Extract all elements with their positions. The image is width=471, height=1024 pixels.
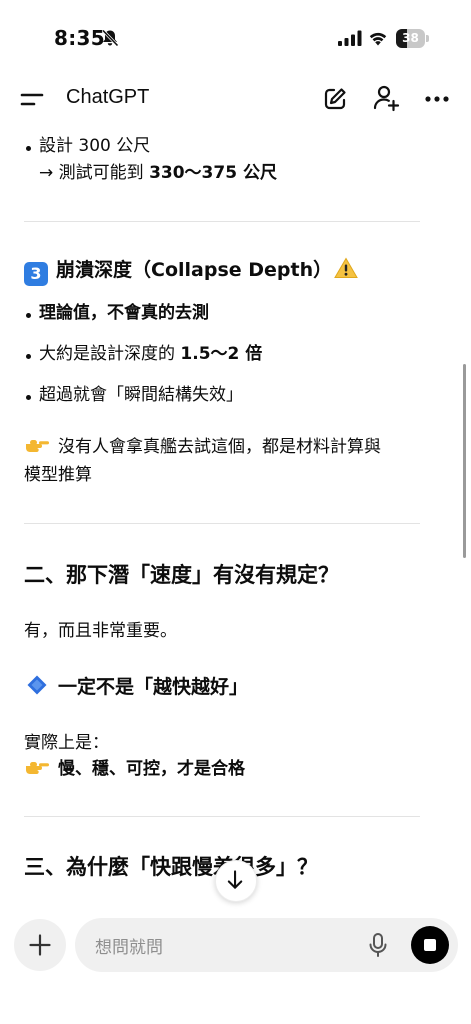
actually-label: 實際上是： [24,733,109,753]
input-placeholder: 想問就問 [95,938,163,958]
speed-subheading-text: 一定不是「越快越好」 [58,676,249,698]
bullet-dot [26,354,31,359]
section-3-note-line-2: 模型推算 [24,465,92,485]
divider [24,523,420,524]
scroll-down-button[interactable] [215,860,257,902]
speed-heading: 二、那下潛「速度」有沒有規定？ [24,563,339,587]
assistant-message: 設計 300 公尺 → 測試可能到 330～375 公尺 3 崩潰深度（Colla… [0,124,471,908]
section-3-title: 崩潰深度（Collapse Depth） [56,259,333,281]
section-3-item-2-text: 大約是設計深度的 [39,344,181,364]
section-3-item-2-bold: 1.5～2 倍 [180,344,263,364]
plus-icon [29,934,51,956]
bullet-dot [26,395,31,400]
keycap-3-icon: 3 [24,262,48,286]
status-time: 8:35 [54,26,105,50]
pointing-hand-icon [26,762,49,774]
speed-subheading: 一定不是「越快越好」 [26,673,248,701]
design-depth-text: 設計 300 公尺 [39,136,151,156]
stop-button[interactable] [411,926,449,964]
why-heading: 三、為什麼「快跟慢差很多」？ [24,855,318,879]
test-depth-prefix: → 測試可能到 [39,163,150,183]
app-title[interactable]: ChatGPT [66,86,149,109]
test-depth-text: → 測試可能到 330～375 公尺 [39,161,277,185]
section-3-item-2: 大約是設計深度的 1.5～2 倍 [39,342,262,366]
compose-icon[interactable] [322,86,348,112]
actually-answer-text: 慢、穩、可控，才是合格 [58,759,245,779]
message-input[interactable]: 想問就問 [75,918,458,972]
actually-answer: 慢、穩、可控，才是合格 [24,757,245,781]
section-3-item-1: 理論值，不會真的去測 [39,303,209,323]
blue-diamond-icon [27,675,47,695]
status-bar: 8:35 38 [0,0,471,76]
battery-icon: 38 [396,29,429,48]
attach-button[interactable] [14,919,66,971]
section-3-note-line-1: 沒有人會拿真艦去試這個，都是材料計算與 [24,435,381,459]
test-depth-bold: 330～375 公尺 [149,163,277,183]
divider [24,221,420,222]
section-3-note-text: 沒有人會拿真艦去試這個，都是材料計算與 [58,437,381,457]
section-3-heading: 3 崩潰深度（Collapse Depth） [24,256,358,286]
bell-slash-icon [101,29,119,47]
speed-answer: 有，而且非常重要。 [24,621,177,641]
stop-icon [424,939,436,951]
signal-icon [338,30,362,46]
add-person-icon[interactable] [372,84,400,112]
bullet-dot [26,313,31,318]
bullet-dot [26,146,31,151]
menu-icon[interactable] [20,90,46,110]
microphone-icon[interactable] [367,932,389,958]
warning-icon [334,257,358,278]
more-icon[interactable] [424,88,450,110]
divider [24,816,420,817]
app-header: ChatGPT [0,76,471,124]
section-3-item-3: 超過就會「瞬間結構失效」 [39,385,243,405]
scrollbar[interactable] [463,364,466,558]
pointing-hand-icon [26,440,49,452]
battery-level: 38 [402,31,419,45]
arrow-down-icon [227,870,243,889]
wifi-icon [369,32,387,46]
